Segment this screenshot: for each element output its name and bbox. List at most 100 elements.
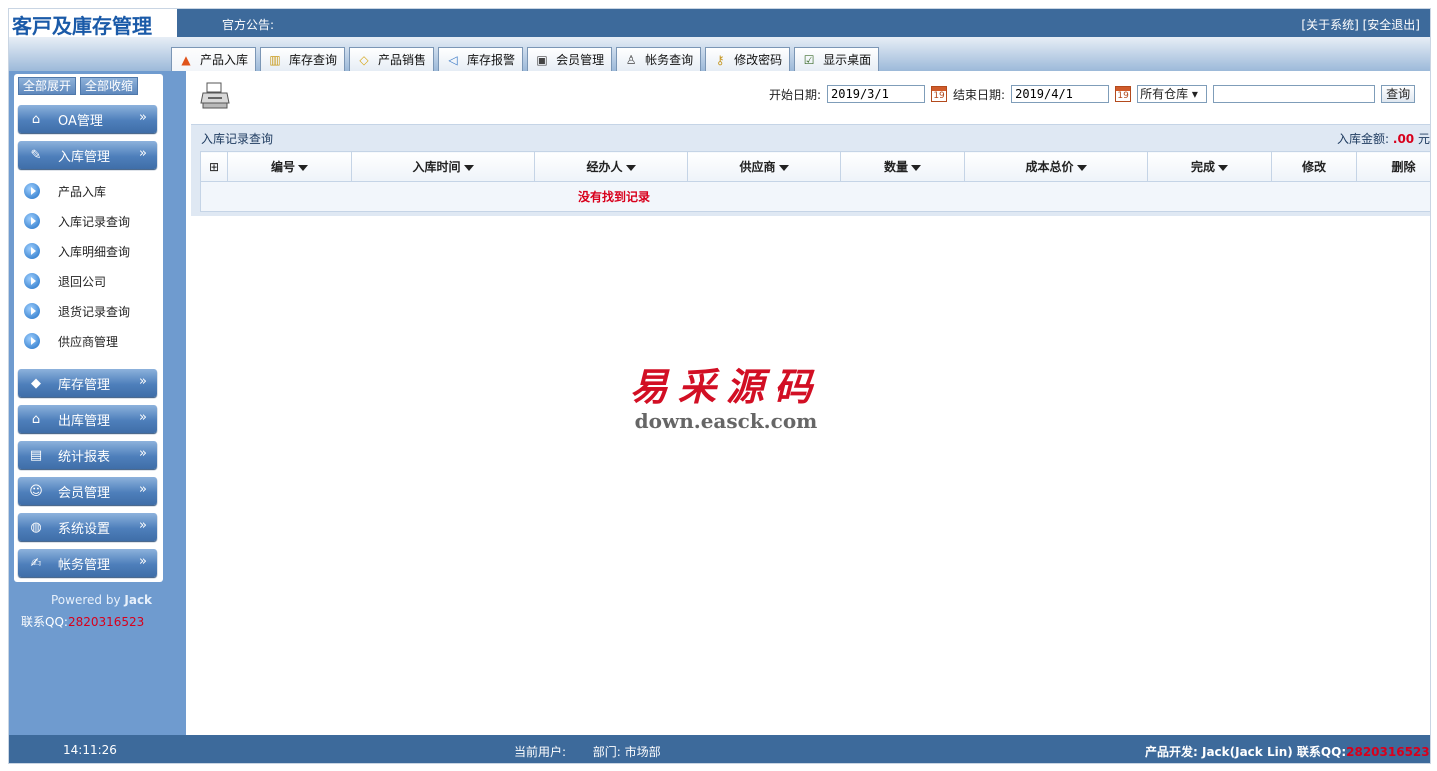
category-label: 帐务管理: [58, 557, 111, 573]
tab-stock-query[interactable]: ▥ 库存查询: [260, 47, 346, 71]
calendar-icon[interactable]: 19: [931, 86, 948, 102]
warehouse-select[interactable]: 所有仓库 ▾: [1137, 85, 1208, 103]
tab-member-manage[interactable]: ▣ 会员管理: [527, 47, 613, 71]
empty-message: 没有找到记录: [200, 181, 1430, 212]
contact-qq: 联系QQ:2820316523: [21, 613, 144, 630]
sidebar-item-label: 产品入库: [58, 184, 107, 199]
sort-down-icon: [463, 164, 474, 171]
notice-label: 官方公告:: [222, 18, 275, 32]
powered-by: Powered by Jack: [51, 593, 152, 607]
boxes-icon: ◆: [31, 375, 41, 391]
col-header-handler[interactable]: 经办人: [534, 151, 688, 182]
main-content: 开始日期: 19 结束日期: 19 所有仓库 ▾ 查询 入库记录查询 入库金额:…: [186, 71, 1430, 735]
tab-label: 帐务查询: [645, 53, 694, 67]
col-header-in-time[interactable]: 入库时间: [351, 151, 535, 182]
globe-icon: ◍: [30, 519, 42, 535]
col-header-quantity[interactable]: 数量: [840, 151, 965, 182]
printer-icon[interactable]: [200, 81, 230, 111]
powered-prefix: Powered by: [51, 593, 125, 607]
sidebar-item-in-details[interactable]: 入库明细查询: [24, 240, 154, 262]
category-label: 系统设置: [58, 521, 111, 537]
start-date-input[interactable]: [827, 85, 926, 103]
sidebar-item-label: 退回公司: [58, 274, 107, 289]
category-label: 出库管理: [58, 413, 111, 429]
tab-product-sales[interactable]: ◇ 产品销售: [349, 47, 435, 71]
sidebar-category-settings[interactable]: ◍ 系统设置 »: [18, 513, 157, 541]
about-link[interactable]: [关于系统]: [1301, 18, 1358, 32]
sidebar-category-stock[interactable]: ◆ 库存管理 »: [18, 369, 157, 397]
amount-value: .00: [1392, 132, 1415, 146]
double-chevron-icon: »: [139, 146, 147, 161]
tab-label: 产品入库: [200, 53, 249, 67]
app-title: 客戸及庫存管理: [12, 14, 152, 38]
tab-stock-alarm[interactable]: ◁ 库存报警: [438, 47, 524, 71]
sidebar-category-reports[interactable]: ▤ 统计报表 »: [18, 441, 157, 469]
desktop-icon: ☑: [803, 52, 815, 67]
sidebar-category-members[interactable]: ☺ 会员管理 »: [18, 477, 157, 505]
amount-unit: 元: [1417, 132, 1430, 146]
ledger-icon: ✍: [30, 555, 42, 571]
dept-value: 市场部: [624, 745, 661, 759]
sidebar-category-stock-out[interactable]: ⌂ 出库管理 »: [18, 405, 157, 433]
double-chevron-icon: »: [139, 110, 147, 125]
status-bar: 14:11:26 当前用户: 部门: 市场部 产品开发: Jack(Jack L…: [9, 735, 1430, 763]
filter-bar: 开始日期: 19 结束日期: 19 所有仓库 ▾ 查询: [769, 85, 1416, 103]
play-bullet-icon: [24, 243, 40, 259]
double-chevron-icon: »: [139, 518, 147, 533]
col-label: 供应商: [739, 160, 776, 174]
col-header-done[interactable]: 完成: [1147, 151, 1272, 182]
amount-summary: 入库金额: .00 元: [1337, 130, 1430, 147]
col-label: 成本总价: [1025, 160, 1074, 174]
sidebar-item-label: 退货记录查询: [58, 304, 131, 319]
start-date-label: 开始日期:: [769, 87, 822, 102]
tab-product-in[interactable]: ▲ 产品入库: [171, 47, 257, 71]
sort-down-icon: [298, 164, 308, 171]
expand-all-button[interactable]: 全部展开: [18, 77, 77, 95]
col-label: 经办人: [586, 160, 623, 174]
tag-icon: ◇: [359, 52, 369, 67]
top-links: [关于系统] [安全退出]: [1301, 16, 1420, 33]
col-header-id[interactable]: 编号: [227, 151, 352, 182]
end-date-input[interactable]: [1011, 85, 1110, 103]
col-header-supplier[interactable]: 供应商: [687, 151, 841, 182]
play-bullet-icon: [24, 273, 40, 289]
sidebar-item-return-company[interactable]: 退回公司: [24, 270, 154, 292]
sidebar-category-stock-in[interactable]: ✎ 入库管理 »: [18, 141, 157, 169]
tab-account-query[interactable]: ♙ 帐务查询: [616, 47, 702, 71]
tab-show-desktop[interactable]: ☑ 显示桌面: [794, 47, 880, 71]
double-chevron-icon: »: [139, 482, 147, 497]
tab-change-password[interactable]: ⚷ 修改密码: [705, 47, 791, 71]
col-header-delete: 删除: [1356, 151, 1430, 182]
expand-all-rows-icon[interactable]: ⊞: [200, 151, 228, 182]
calendar-icon[interactable]: 19: [1115, 86, 1132, 102]
sidebar-item-in-records[interactable]: 入库记录查询: [24, 210, 154, 232]
sidebar-item-product-in[interactable]: 产品入库: [24, 180, 154, 202]
watermark: 易采源码 down.easck.com: [616, 356, 836, 433]
top-bar: 官方公告: [关于系统] [安全退出]: [177, 9, 1430, 37]
col-label: 入库时间: [412, 160, 461, 174]
category-label: 库存管理: [58, 377, 111, 393]
play-bullet-icon: [24, 333, 40, 349]
clock: 14:11:26: [63, 743, 117, 757]
collapse-all-button[interactable]: 全部收缩: [80, 77, 139, 95]
watermark-title: 易采源码: [629, 364, 822, 409]
sidebar-category-accounts[interactable]: ✍ 帐务管理 »: [18, 549, 157, 577]
sidebar-item-suppliers[interactable]: 供应商管理: [24, 330, 154, 352]
sort-down-icon: [1218, 164, 1228, 171]
house-icon: ⌂: [31, 111, 41, 127]
sort-down-icon: [625, 164, 636, 171]
category-label: 统计报表: [58, 449, 111, 465]
query-button[interactable]: 查询: [1381, 85, 1416, 103]
col-header-edit: 修改: [1271, 151, 1357, 182]
search-input[interactable]: [1213, 85, 1376, 103]
col-header-total-cost[interactable]: 成本总价: [964, 151, 1148, 182]
user-info: 当前用户: 部门: 市场部: [514, 743, 661, 760]
house-arrow-icon: ▲: [181, 52, 191, 67]
sidebar-item-return-records[interactable]: 退货记录查询: [24, 300, 154, 322]
table-header-row: ⊞ 编号 入库时间 经办人 供应商 数量 成本总价 完成 修改 删除: [200, 151, 1430, 182]
play-bullet-icon: [24, 303, 40, 319]
amount-label: 入库金额:: [1337, 132, 1390, 146]
sidebar-category-oa[interactable]: ⌂ OA管理 »: [18, 105, 157, 133]
logout-link[interactable]: [安全退出]: [1363, 18, 1420, 32]
tab-strip: ▲ 产品入库 ▥ 库存查询 ◇ 产品销售 ◁ 库存报警 ▣ 会员管理 ♙ 帐务查…: [9, 37, 1430, 71]
